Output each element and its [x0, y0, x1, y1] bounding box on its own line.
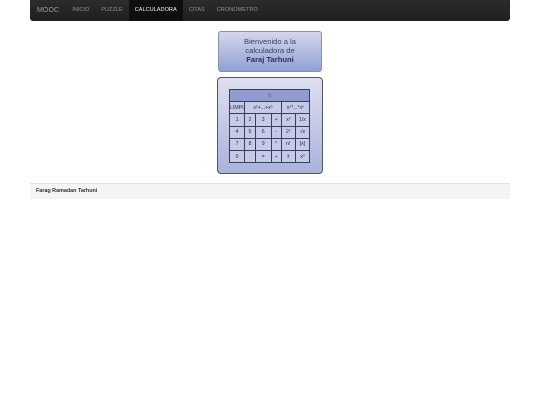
brand-link[interactable]: MOOC	[30, 0, 66, 21]
key-2-button[interactable]: 2	[244, 113, 256, 127]
cube-button[interactable]: x³	[294, 149, 311, 164]
factorial-button[interactable]: n!	[280, 137, 296, 151]
nav-item-cronometro[interactable]: CRONOMETRO	[211, 0, 264, 21]
calculator: 0 LIMPIAR x²+...+xⁿ x¹*...*xⁿ 1 2 3 + x²…	[228, 88, 311, 164]
welcome-user-name: Faraj Tarhuni	[246, 55, 294, 64]
key-7-button[interactable]: 7	[228, 137, 246, 151]
nav-item-inicio[interactable]: INICIO	[66, 0, 95, 21]
nav-item-calculadora[interactable]: CALCULADORA	[128, 0, 183, 21]
add-button[interactable]: +	[270, 113, 282, 127]
key-8-button[interactable]: 8	[244, 137, 256, 151]
footer-author: Farag Ramadan Tarhuni	[36, 188, 98, 194]
key-0-button[interactable]: 0	[228, 149, 246, 164]
nav-item-citas[interactable]: CITAS	[183, 0, 211, 21]
multiply-button[interactable]: *	[270, 137, 282, 151]
welcome-line-2: calculadora de	[245, 46, 295, 55]
subtract-button[interactable]: -	[270, 125, 282, 139]
square-button[interactable]: x²	[280, 113, 296, 127]
square-root-button[interactable]: √x	[294, 125, 311, 139]
footer: Farag Ramadan Tarhuni	[30, 183, 510, 199]
calculator-container: 0 LIMPIAR x²+...+xⁿ x¹*...*xⁿ 1 2 3 + x²…	[217, 77, 323, 174]
navbar: MOOC INICIO PUZZLE CALCULADORA CITAS CRO…	[30, 0, 510, 21]
integer-part-button[interactable]: [x]	[294, 137, 311, 151]
key-9-button[interactable]: 9	[254, 137, 272, 151]
welcome-line-1: Bienvenido a la	[244, 37, 296, 46]
clear-button[interactable]: LIMPIAR	[228, 101, 246, 115]
welcome-box: Bienvenido a la calculadora de Faraj Tar…	[218, 31, 322, 72]
divide-button[interactable]: ÷	[270, 149, 282, 164]
key-3-button[interactable]: 3	[254, 113, 272, 127]
calculator-display: 0	[229, 88, 310, 103]
nav-item-puzzle[interactable]: PUZZLE	[95, 0, 128, 21]
power-of-two-button[interactable]: 2ˣ	[280, 125, 296, 139]
key-4-button[interactable]: 4	[228, 125, 246, 139]
equals-button[interactable]: =	[254, 149, 272, 164]
sign-toggle-button[interactable]: ±	[280, 149, 296, 164]
decimal-point-button[interactable]: .	[244, 149, 256, 164]
key-1-button[interactable]: 1	[228, 113, 246, 127]
reciprocal-button[interactable]: 1/x	[294, 113, 311, 127]
key-6-button[interactable]: 6	[254, 125, 272, 139]
product-button[interactable]: x¹*...*xⁿ	[280, 101, 311, 115]
sum-of-squares-button[interactable]: x²+...+xⁿ	[244, 101, 282, 115]
key-5-button[interactable]: 5	[244, 125, 256, 139]
